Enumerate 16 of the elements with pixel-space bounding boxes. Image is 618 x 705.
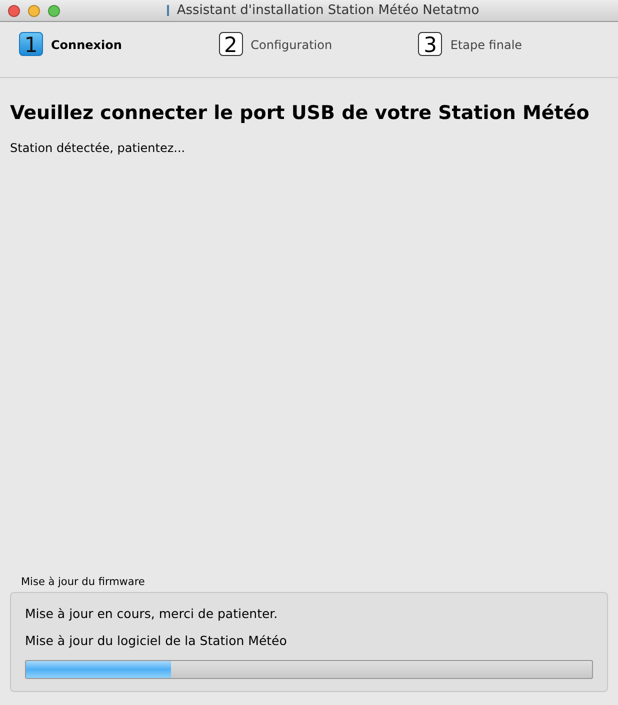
step-label: Configuration xyxy=(250,37,332,54)
status-text: Station détectée, patientez... xyxy=(10,140,186,157)
update-message: Mise à jour en cours, merci de patienter. xyxy=(25,604,279,623)
group-title: Mise à jour du firmware xyxy=(21,574,146,590)
minimize-button[interactable] xyxy=(28,4,40,16)
window-title: Assistant d'installation Station Météo Netatmo xyxy=(176,2,480,20)
zoom-button[interactable] xyxy=(48,4,60,16)
task-label: Mise à jour du logiciel de la Station Météo xyxy=(25,632,288,650)
step-label: Connexion xyxy=(51,37,122,54)
step-number: 2 xyxy=(218,32,243,56)
step-number: 3 xyxy=(418,32,442,56)
close-button[interactable] xyxy=(8,4,20,16)
step-number: 1 xyxy=(19,32,43,56)
page-heading: Veuillez connecter le port USB de votre Station Météo xyxy=(10,102,590,125)
step-label: Etape finale xyxy=(450,37,522,54)
document-icon xyxy=(166,5,169,16)
